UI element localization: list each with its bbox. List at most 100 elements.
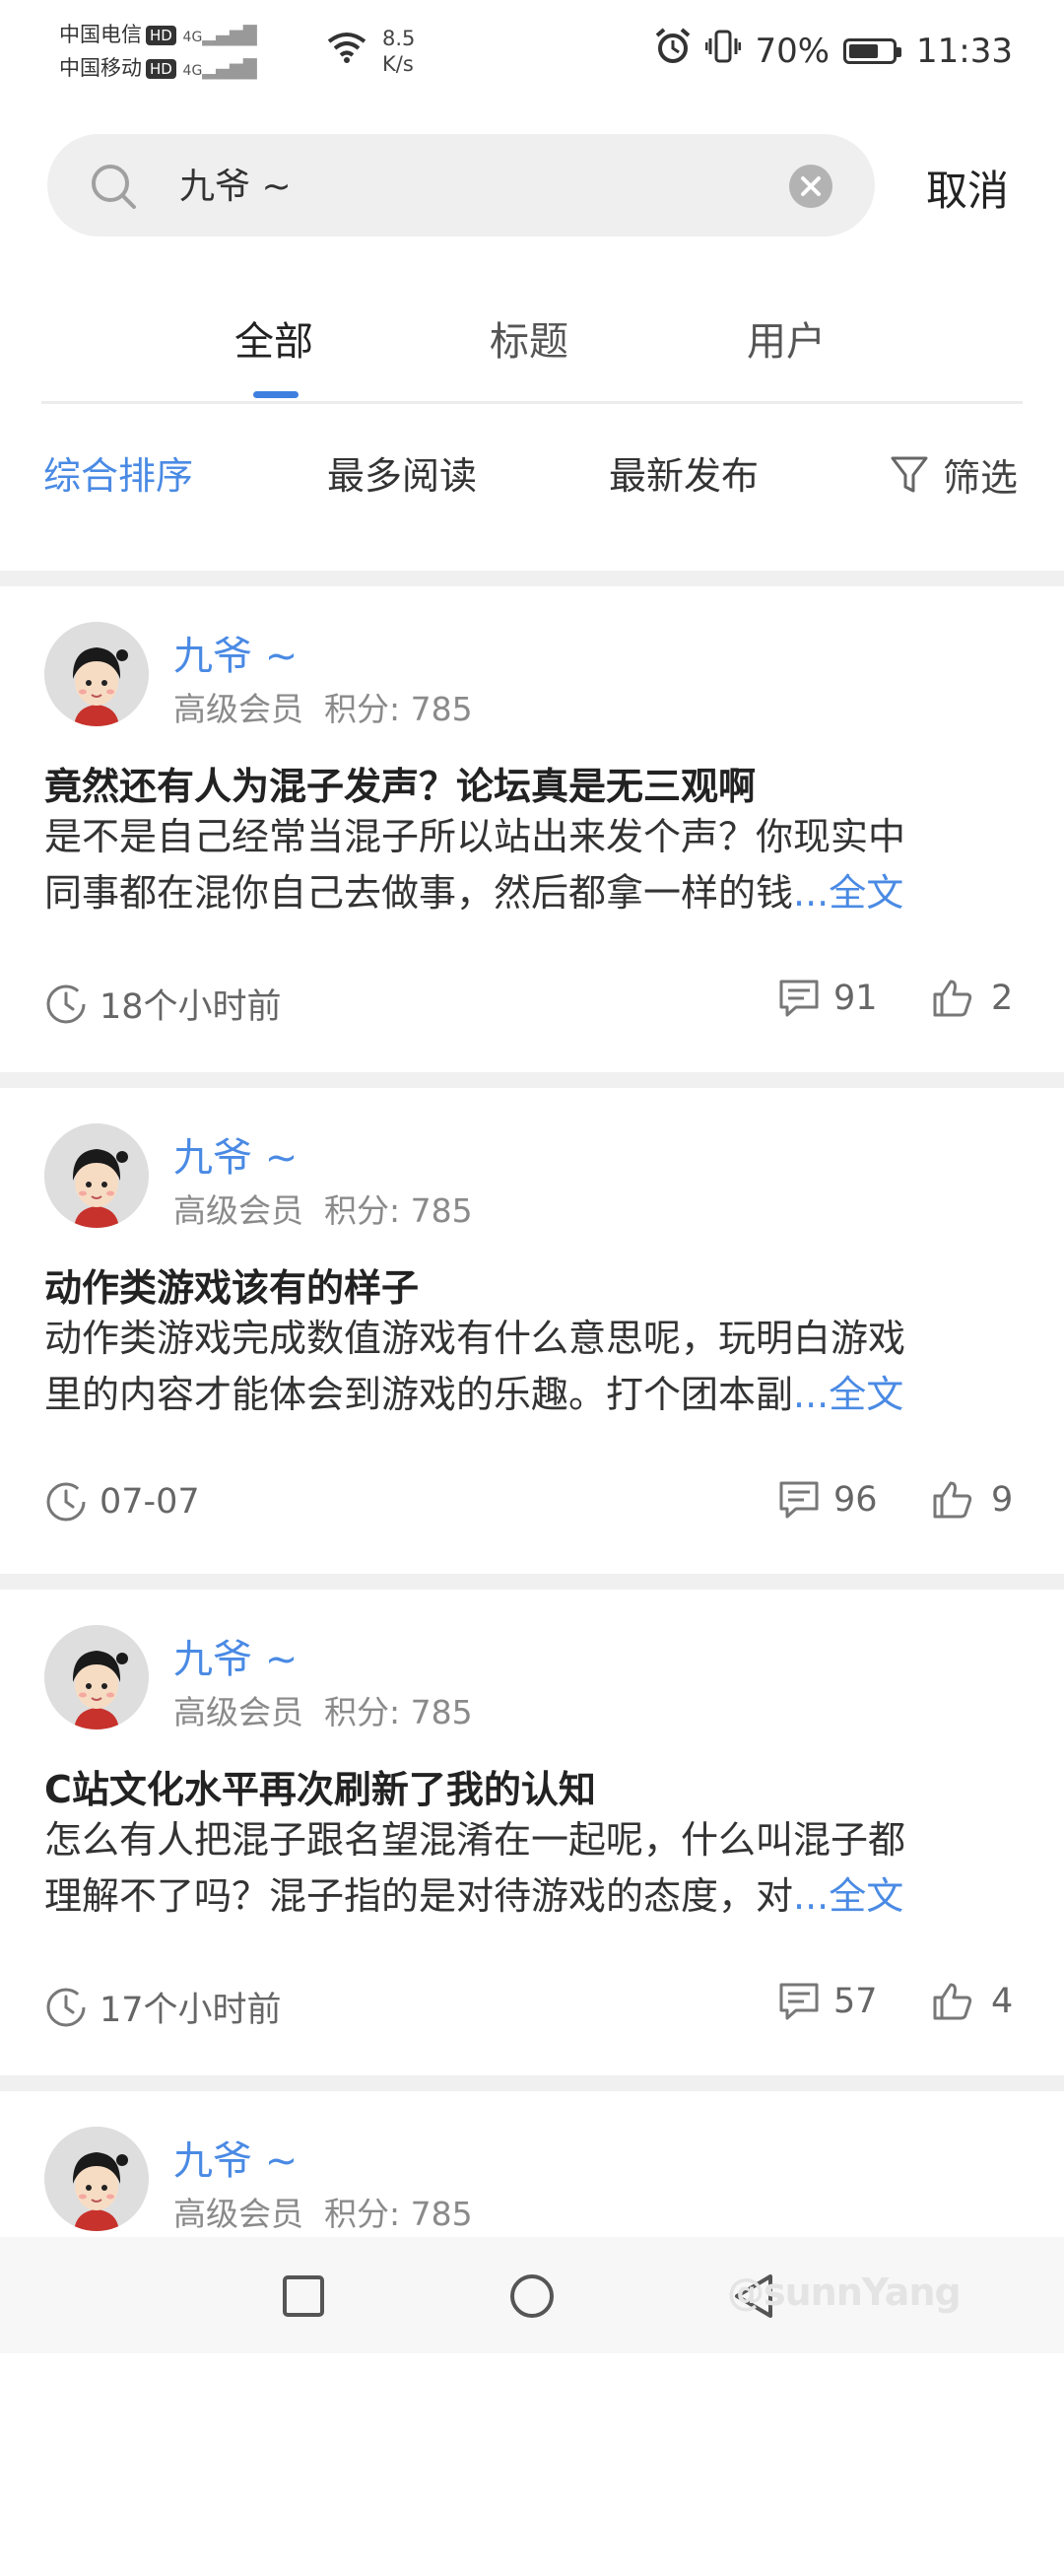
user-meta: 高级会员 积分: 785 <box>173 1185 473 1232</box>
like-button[interactable]: 9 <box>932 1480 1013 1520</box>
carrier-1-label: 中国电信 <box>59 23 142 46</box>
sort-most-read[interactable]: 最多阅读 <box>327 445 477 500</box>
hd-badge: HD <box>146 59 176 79</box>
wifi-icon <box>325 30 368 67</box>
comment-count: 91 <box>833 979 878 1018</box>
post-card[interactable]: 九爷 ~ 高级会员 积分: 785 C站文化水平再次刷新了我的认知 怎么有人把混… <box>0 1590 1064 2074</box>
search-bar[interactable] <box>47 134 875 237</box>
comment-count: 96 <box>833 1480 878 1520</box>
comment-count: 57 <box>833 1982 878 2021</box>
avatar[interactable] <box>44 1123 149 1228</box>
post-excerpt-line-text: 同事都在混你自己去做事，然后都拿一样的钱 <box>44 871 794 915</box>
search-input[interactable]: 九爷 ~ <box>179 158 292 209</box>
comment-button[interactable]: 96 <box>778 1480 878 1520</box>
user-meta: 高级会员 积分: 785 <box>173 2188 473 2235</box>
filter-button[interactable]: 筛选 <box>890 447 1018 502</box>
tab-title[interactable]: 标题 <box>490 309 568 367</box>
carrier-2: 中国移动 HD 4G▂▄▆█ <box>59 53 257 86</box>
section-divider <box>0 1072 1064 1088</box>
clock-icon <box>46 984 86 1023</box>
carrier-1: 中国电信 HD 4G▂▄▆█ <box>59 20 257 52</box>
comment-icon <box>779 980 819 1017</box>
net-speed-value: 8.5 <box>382 27 416 50</box>
thumbs-up-icon <box>933 1983 972 2020</box>
filter-label: 筛选 <box>943 456 1019 500</box>
member-score: 积分: 785 <box>323 690 473 728</box>
clear-search-button[interactable] <box>788 164 833 213</box>
watermark: @sunnYang <box>727 2271 962 2314</box>
avatar[interactable] <box>44 1625 149 1729</box>
post-title[interactable]: C站文化水平再次刷新了我的认知 <box>44 1759 596 1813</box>
home-button[interactable] <box>508 2272 556 2324</box>
post-excerpt[interactable]: 是不是自己经常当混子所以站出来发个声？你现实中 同事都在混你自己去做事，然后都拿… <box>44 809 1030 921</box>
avatar[interactable] <box>44 622 149 726</box>
comment-button[interactable]: 91 <box>778 979 878 1018</box>
comment-icon <box>779 1983 819 2020</box>
cancel-button[interactable]: 取消 <box>926 158 1009 218</box>
member-score: 积分: 785 <box>323 1693 473 1731</box>
active-tab-indicator <box>253 391 299 398</box>
sort-newest[interactable]: 最新发布 <box>609 445 759 500</box>
post-excerpt-line: 同事都在混你自己去做事，然后都拿一样的钱...全文 <box>44 865 1030 921</box>
username[interactable]: 九爷 ~ <box>173 1125 298 1183</box>
username[interactable]: 九爷 ~ <box>173 1627 298 1684</box>
like-button[interactable]: 2 <box>932 979 1013 1018</box>
filter-icon <box>891 456 928 492</box>
member-score: 积分: 785 <box>323 1191 473 1230</box>
network-type: 4G <box>182 30 203 45</box>
status-right: 70% 11:33 <box>654 28 1013 74</box>
like-count: 4 <box>991 1982 1014 2021</box>
post-excerpt-line: 是不是自己经常当混子所以站出来发个声？你现实中 <box>44 815 906 858</box>
post-title[interactable]: 竟然还有人为混子发声？论坛真是无三观啊 <box>44 756 756 810</box>
search-icon <box>89 162 138 215</box>
square-icon <box>283 2275 324 2317</box>
tab-users[interactable]: 用户 <box>747 309 826 367</box>
hd-badge: HD <box>146 26 176 45</box>
post-card[interactable]: 九爷 ~ 高级会员 积分: 785 竟然还有人为混子发声？论坛真是无三观啊 是不… <box>0 586 1064 1071</box>
avatar[interactable] <box>44 2127 149 2231</box>
carrier-2-label: 中国移动 <box>59 56 142 80</box>
post-time: 17个小时前 <box>44 1982 282 2032</box>
recent-apps-button[interactable] <box>282 2274 325 2322</box>
member-level: 高级会员 <box>173 690 303 728</box>
thumbs-up-icon <box>933 980 972 1017</box>
comment-button[interactable]: 57 <box>778 1982 878 2021</box>
member-score: 积分: 785 <box>323 2195 473 2233</box>
username[interactable]: 九爷 ~ <box>173 2129 298 2186</box>
post-time-label: 18个小时前 <box>100 987 282 1027</box>
post-time-label: 17个小时前 <box>100 1991 282 2030</box>
close-icon <box>789 165 832 208</box>
like-count: 2 <box>991 979 1014 1018</box>
post-excerpt-line: 动作类游戏完成数值游戏有什么意思呢，玩明白游戏 <box>44 1317 906 1360</box>
net-speed: 8.5 K/s <box>382 26 415 77</box>
section-divider <box>0 1574 1064 1590</box>
post-excerpt-line-text: 理解不了吗？混子指的是对待游戏的态度，对 <box>44 1874 794 1918</box>
status-bar: 中国电信 HD 4G▂▄▆█ 中国移动 HD 4G▂▄▆█ 8.5 K/s 70% … <box>0 0 1064 108</box>
member-level: 高级会员 <box>173 2195 303 2233</box>
circle-icon <box>510 2274 554 2318</box>
post-excerpt[interactable]: 怎么有人把混子跟名望混淆在一起呢，什么叫混子都 理解不了吗？混子指的是对待游戏的… <box>44 1812 1030 1925</box>
post-excerpt[interactable]: 动作类游戏完成数值游戏有什么意思呢，玩明白游戏 里的内容才能体会到游戏的乐趣。打… <box>44 1311 1030 1423</box>
member-level: 高级会员 <box>173 1191 303 1230</box>
tab-all[interactable]: 全部 <box>234 309 313 367</box>
sort-comprehensive[interactable]: 综合排序 <box>43 445 193 500</box>
user-meta: 高级会员 积分: 785 <box>173 1686 473 1733</box>
username[interactable]: 九爷 ~ <box>173 624 298 681</box>
like-button[interactable]: 4 <box>932 1982 1013 2021</box>
network-type: 4G <box>182 63 203 79</box>
tabs-divider <box>41 401 1023 404</box>
net-speed-unit: K/s <box>382 52 414 76</box>
clock-icon <box>46 1482 86 1522</box>
post-excerpt-line: 里的内容才能体会到游戏的乐趣。打个团本副...全文 <box>44 1367 1030 1423</box>
post-time: 07-07 <box>44 1480 200 1524</box>
read-more-link[interactable]: ...全文 <box>793 1874 903 1918</box>
read-more-link[interactable]: ...全文 <box>793 871 903 915</box>
post-time: 18个小时前 <box>44 979 282 1029</box>
post-title[interactable]: 动作类游戏该有的样子 <box>44 1257 419 1312</box>
read-more-link[interactable]: ...全文 <box>793 1373 903 1416</box>
post-excerpt-line-text: 里的内容才能体会到游戏的乐趣。打个团本副 <box>44 1373 794 1416</box>
post-card[interactable]: 九爷 ~ 高级会员 积分: 785 动作类游戏该有的样子 动作类游戏完成数值游戏… <box>0 1088 1064 1573</box>
vibrate-icon <box>704 29 742 73</box>
user-meta: 高级会员 积分: 785 <box>173 683 473 730</box>
section-divider <box>0 2075 1064 2091</box>
